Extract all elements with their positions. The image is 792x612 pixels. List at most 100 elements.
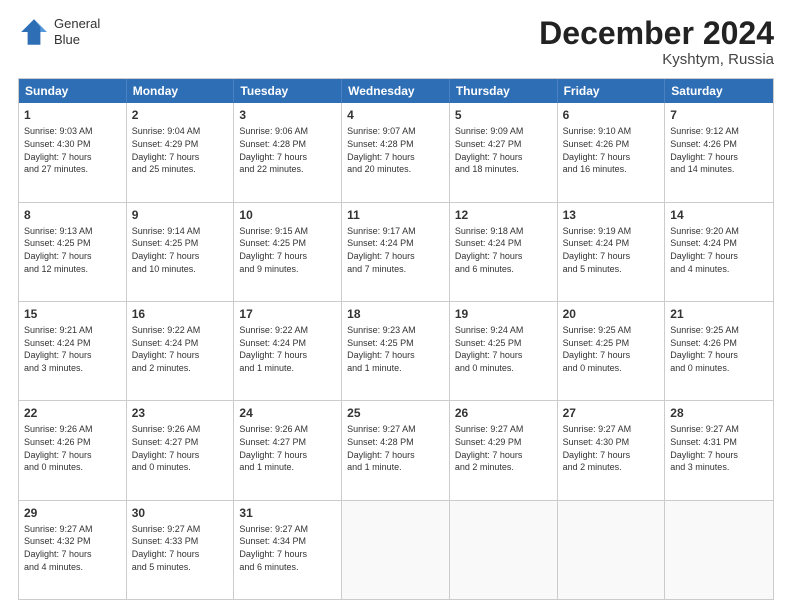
day-info: Sunrise: 9:21 AM Sunset: 4:24 PM Dayligh… bbox=[24, 324, 121, 374]
day-cell-18: 18 Sunrise: 9:23 AM Sunset: 4:25 PM Dayli… bbox=[342, 302, 450, 400]
logo-line2: Blue bbox=[54, 32, 100, 48]
day-cell-17: 17 Sunrise: 9:22 AM Sunset: 4:24 PM Dayli… bbox=[234, 302, 342, 400]
day-cell-27: 27 Sunrise: 9:27 AM Sunset: 4:30 PM Dayli… bbox=[558, 401, 666, 499]
day-info: Sunrise: 9:27 AM Sunset: 4:32 PM Dayligh… bbox=[24, 523, 121, 573]
calendar-row-1: 1 Sunrise: 9:03 AM Sunset: 4:30 PM Daylig… bbox=[19, 103, 773, 201]
day-cell-20: 20Sunrise: 9:25 AM Sunset: 4:25 PM Dayli… bbox=[558, 302, 666, 400]
day-number: 19 bbox=[455, 306, 552, 322]
day-info: Sunrise: 9:27 AM Sunset: 4:34 PM Dayligh… bbox=[239, 523, 336, 573]
day-info: Sunrise: 9:03 AM Sunset: 4:30 PM Dayligh… bbox=[24, 125, 121, 175]
empty-cell bbox=[342, 501, 450, 599]
day-info: Sunrise: 9:10 AM Sunset: 4:26 PM Dayligh… bbox=[563, 125, 660, 175]
logo-icon bbox=[18, 16, 50, 48]
day-cell-24: 24 Sunrise: 9:26 AM Sunset: 4:27 PM Dayli… bbox=[234, 401, 342, 499]
page: General Blue December 2024 Kyshtym, Russ… bbox=[0, 0, 792, 612]
day-cell-23: 23Sunrise: 9:26 AM Sunset: 4:27 PM Dayli… bbox=[127, 401, 235, 499]
day-cell-12: 12 Sunrise: 9:18 AM Sunset: 4:24 PM Dayli… bbox=[450, 203, 558, 301]
header-day-saturday: Saturday bbox=[665, 79, 773, 103]
day-cell-6: 6 Sunrise: 9:10 AM Sunset: 4:26 PM Daylig… bbox=[558, 103, 666, 201]
calendar-body: 1 Sunrise: 9:03 AM Sunset: 4:30 PM Daylig… bbox=[19, 103, 773, 599]
day-cell-10: 10 Sunrise: 9:15 AM Sunset: 4:25 PM Dayli… bbox=[234, 203, 342, 301]
logo-text: General Blue bbox=[54, 16, 100, 47]
day-cell-30: 30Sunrise: 9:27 AM Sunset: 4:33 PM Dayli… bbox=[127, 501, 235, 599]
day-cell-16: 16Sunrise: 9:22 AM Sunset: 4:24 PM Dayli… bbox=[127, 302, 235, 400]
header-day-thursday: Thursday bbox=[450, 79, 558, 103]
day-cell-7: 7 Sunrise: 9:12 AM Sunset: 4:26 PM Daylig… bbox=[665, 103, 773, 201]
day-number: 24 bbox=[239, 405, 336, 421]
day-info: Sunrise: 9:14 AM Sunset: 4:25 PM Dayligh… bbox=[132, 225, 229, 275]
day-info: Sunrise: 9:07 AM Sunset: 4:28 PM Dayligh… bbox=[347, 125, 444, 175]
day-info: Sunrise: 9:22 AM Sunset: 4:24 PM Dayligh… bbox=[239, 324, 336, 374]
day-cell-31: 31 Sunrise: 9:27 AM Sunset: 4:34 PM Dayli… bbox=[234, 501, 342, 599]
location: Kyshtym, Russia bbox=[539, 51, 774, 68]
calendar-row-4: 22 Sunrise: 9:26 AM Sunset: 4:26 PM Dayli… bbox=[19, 400, 773, 499]
day-cell-21: 21Sunrise: 9:25 AM Sunset: 4:26 PM Dayli… bbox=[665, 302, 773, 400]
day-info: Sunrise: 9:27 AM Sunset: 4:33 PM Dayligh… bbox=[132, 523, 229, 573]
header-day-monday: Monday bbox=[127, 79, 235, 103]
day-number: 25 bbox=[347, 405, 444, 421]
day-info: Sunrise: 9:27 AM Sunset: 4:30 PM Dayligh… bbox=[563, 423, 660, 473]
day-number: 10 bbox=[239, 207, 336, 223]
calendar: SundayMondayTuesdayWednesdayThursdayFrid… bbox=[18, 78, 774, 600]
title-block: December 2024 Kyshtym, Russia bbox=[539, 16, 774, 68]
day-number: 4 bbox=[347, 107, 444, 123]
day-cell-3: 3Sunrise: 9:06 AM Sunset: 4:28 PM Daylig… bbox=[234, 103, 342, 201]
calendar-header: SundayMondayTuesdayWednesdayThursdayFrid… bbox=[19, 79, 773, 103]
day-number: 16 bbox=[132, 306, 229, 322]
day-info: Sunrise: 9:23 AM Sunset: 4:25 PM Dayligh… bbox=[347, 324, 444, 374]
day-number: 14 bbox=[670, 207, 768, 223]
day-number: 23 bbox=[132, 405, 229, 421]
day-info: Sunrise: 9:18 AM Sunset: 4:24 PM Dayligh… bbox=[455, 225, 552, 275]
calendar-row-3: 15Sunrise: 9:21 AM Sunset: 4:24 PM Dayli… bbox=[19, 301, 773, 400]
day-number: 17 bbox=[239, 306, 336, 322]
day-number: 28 bbox=[670, 405, 768, 421]
day-info: Sunrise: 9:27 AM Sunset: 4:28 PM Dayligh… bbox=[347, 423, 444, 473]
month-title: December 2024 bbox=[539, 16, 774, 51]
day-cell-9: 9Sunrise: 9:14 AM Sunset: 4:25 PM Daylig… bbox=[127, 203, 235, 301]
day-number: 22 bbox=[24, 405, 121, 421]
day-info: Sunrise: 9:27 AM Sunset: 4:31 PM Dayligh… bbox=[670, 423, 768, 473]
day-cell-26: 26Sunrise: 9:27 AM Sunset: 4:29 PM Dayli… bbox=[450, 401, 558, 499]
day-info: Sunrise: 9:26 AM Sunset: 4:27 PM Dayligh… bbox=[239, 423, 336, 473]
day-number: 29 bbox=[24, 505, 121, 521]
day-number: 2 bbox=[132, 107, 229, 123]
day-number: 18 bbox=[347, 306, 444, 322]
day-info: Sunrise: 9:15 AM Sunset: 4:25 PM Dayligh… bbox=[239, 225, 336, 275]
day-number: 27 bbox=[563, 405, 660, 421]
header-day-friday: Friday bbox=[558, 79, 666, 103]
day-cell-2: 2 Sunrise: 9:04 AM Sunset: 4:29 PM Daylig… bbox=[127, 103, 235, 201]
day-info: Sunrise: 9:20 AM Sunset: 4:24 PM Dayligh… bbox=[670, 225, 768, 275]
day-number: 11 bbox=[347, 207, 444, 223]
day-cell-11: 11 Sunrise: 9:17 AM Sunset: 4:24 PM Dayli… bbox=[342, 203, 450, 301]
day-number: 3 bbox=[239, 107, 336, 123]
day-info: Sunrise: 9:17 AM Sunset: 4:24 PM Dayligh… bbox=[347, 225, 444, 275]
day-cell-13: 13Sunrise: 9:19 AM Sunset: 4:24 PM Dayli… bbox=[558, 203, 666, 301]
day-cell-19: 19Sunrise: 9:24 AM Sunset: 4:25 PM Dayli… bbox=[450, 302, 558, 400]
day-cell-15: 15Sunrise: 9:21 AM Sunset: 4:24 PM Dayli… bbox=[19, 302, 127, 400]
day-info: Sunrise: 9:12 AM Sunset: 4:26 PM Dayligh… bbox=[670, 125, 768, 175]
day-number: 7 bbox=[670, 107, 768, 123]
day-info: Sunrise: 9:25 AM Sunset: 4:26 PM Dayligh… bbox=[670, 324, 768, 374]
day-cell-4: 4 Sunrise: 9:07 AM Sunset: 4:28 PM Daylig… bbox=[342, 103, 450, 201]
header: General Blue December 2024 Kyshtym, Russ… bbox=[18, 16, 774, 68]
header-day-tuesday: Tuesday bbox=[234, 79, 342, 103]
day-cell-28: 28 Sunrise: 9:27 AM Sunset: 4:31 PM Dayli… bbox=[665, 401, 773, 499]
day-info: Sunrise: 9:04 AM Sunset: 4:29 PM Dayligh… bbox=[132, 125, 229, 175]
day-cell-5: 5Sunrise: 9:09 AM Sunset: 4:27 PM Daylig… bbox=[450, 103, 558, 201]
day-cell-1: 1 Sunrise: 9:03 AM Sunset: 4:30 PM Daylig… bbox=[19, 103, 127, 201]
day-cell-25: 25 Sunrise: 9:27 AM Sunset: 4:28 PM Dayli… bbox=[342, 401, 450, 499]
day-number: 26 bbox=[455, 405, 552, 421]
day-number: 6 bbox=[563, 107, 660, 123]
day-number: 12 bbox=[455, 207, 552, 223]
header-day-wednesday: Wednesday bbox=[342, 79, 450, 103]
day-number: 13 bbox=[563, 207, 660, 223]
calendar-row-5: 29 Sunrise: 9:27 AM Sunset: 4:32 PM Dayli… bbox=[19, 500, 773, 599]
day-number: 1 bbox=[24, 107, 121, 123]
day-info: Sunrise: 9:26 AM Sunset: 4:26 PM Dayligh… bbox=[24, 423, 121, 473]
day-cell-29: 29 Sunrise: 9:27 AM Sunset: 4:32 PM Dayli… bbox=[19, 501, 127, 599]
day-info: Sunrise: 9:13 AM Sunset: 4:25 PM Dayligh… bbox=[24, 225, 121, 275]
day-number: 31 bbox=[239, 505, 336, 521]
day-number: 20 bbox=[563, 306, 660, 322]
day-cell-8: 8Sunrise: 9:13 AM Sunset: 4:25 PM Daylig… bbox=[19, 203, 127, 301]
day-number: 5 bbox=[455, 107, 552, 123]
